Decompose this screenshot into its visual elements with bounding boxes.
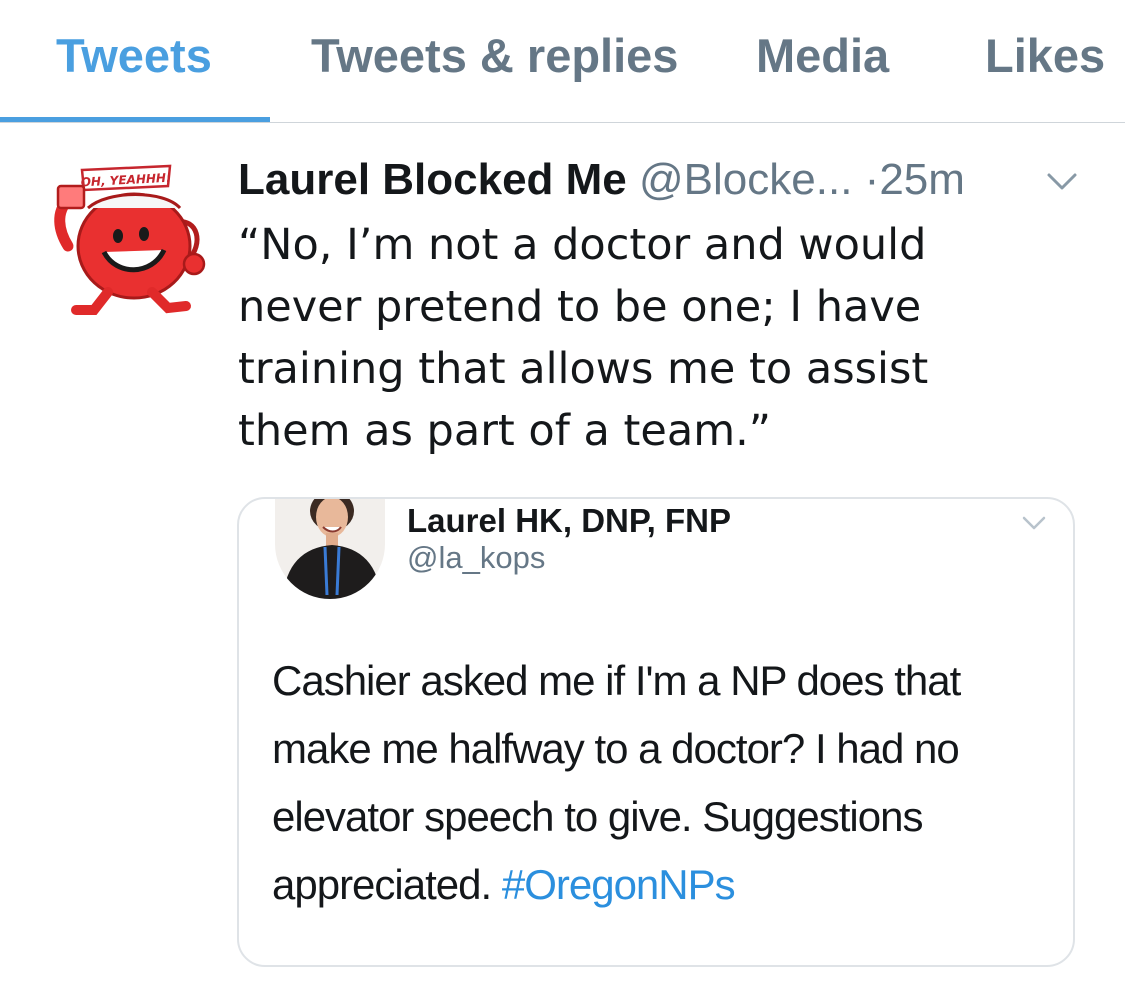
author-name[interactable]: Laurel Blocked Me bbox=[238, 155, 627, 204]
profile-tab-bar: Tweets Tweets & replies Media Likes bbox=[0, 0, 1125, 123]
chevron-down-icon bbox=[1047, 173, 1077, 190]
separator-dot: · bbox=[864, 155, 880, 204]
avatar[interactable]: OH, YEAHHH! bbox=[48, 160, 212, 320]
tab-likes[interactable]: Likes bbox=[985, 28, 1105, 84]
author-handle[interactable]: @Blocke... bbox=[639, 155, 852, 204]
quoted-author-name[interactable]: Laurel HK, DNP, FNP bbox=[407, 501, 731, 541]
tab-media[interactable]: Media bbox=[756, 28, 889, 84]
quoted-tweet-text: Cashier asked me if I'm a NP does that m… bbox=[272, 647, 1062, 919]
tweet-menu-button[interactable] bbox=[1046, 172, 1078, 192]
quoted-tweet-card[interactable]: Laurel HK, DNP, FNP @la_kops Cashier ask… bbox=[237, 497, 1075, 967]
quoted-avatar[interactable] bbox=[275, 499, 385, 599]
tweet-header: Laurel Blocked Me @Blocke... ·25m bbox=[238, 152, 1108, 212]
kool-aid-man-icon: OH, YEAHHH! bbox=[54, 164, 206, 315]
timestamp[interactable]: 25m bbox=[879, 155, 965, 204]
quoted-tweet-menu-button[interactable] bbox=[1021, 515, 1047, 531]
active-tab-indicator bbox=[0, 117, 270, 122]
chevron-down-icon bbox=[1022, 516, 1046, 530]
tweet-text: “No, I’m not a doctor and would never pr… bbox=[238, 220, 929, 456]
quoted-author-handle[interactable]: @la_kops bbox=[407, 539, 545, 577]
tab-tweets-and-replies[interactable]: Tweets & replies bbox=[311, 28, 678, 84]
tab-tweets[interactable]: Tweets bbox=[56, 28, 212, 84]
hashtag-link[interactable]: #OregonNPs bbox=[502, 861, 736, 908]
person-avatar-icon bbox=[275, 499, 385, 599]
